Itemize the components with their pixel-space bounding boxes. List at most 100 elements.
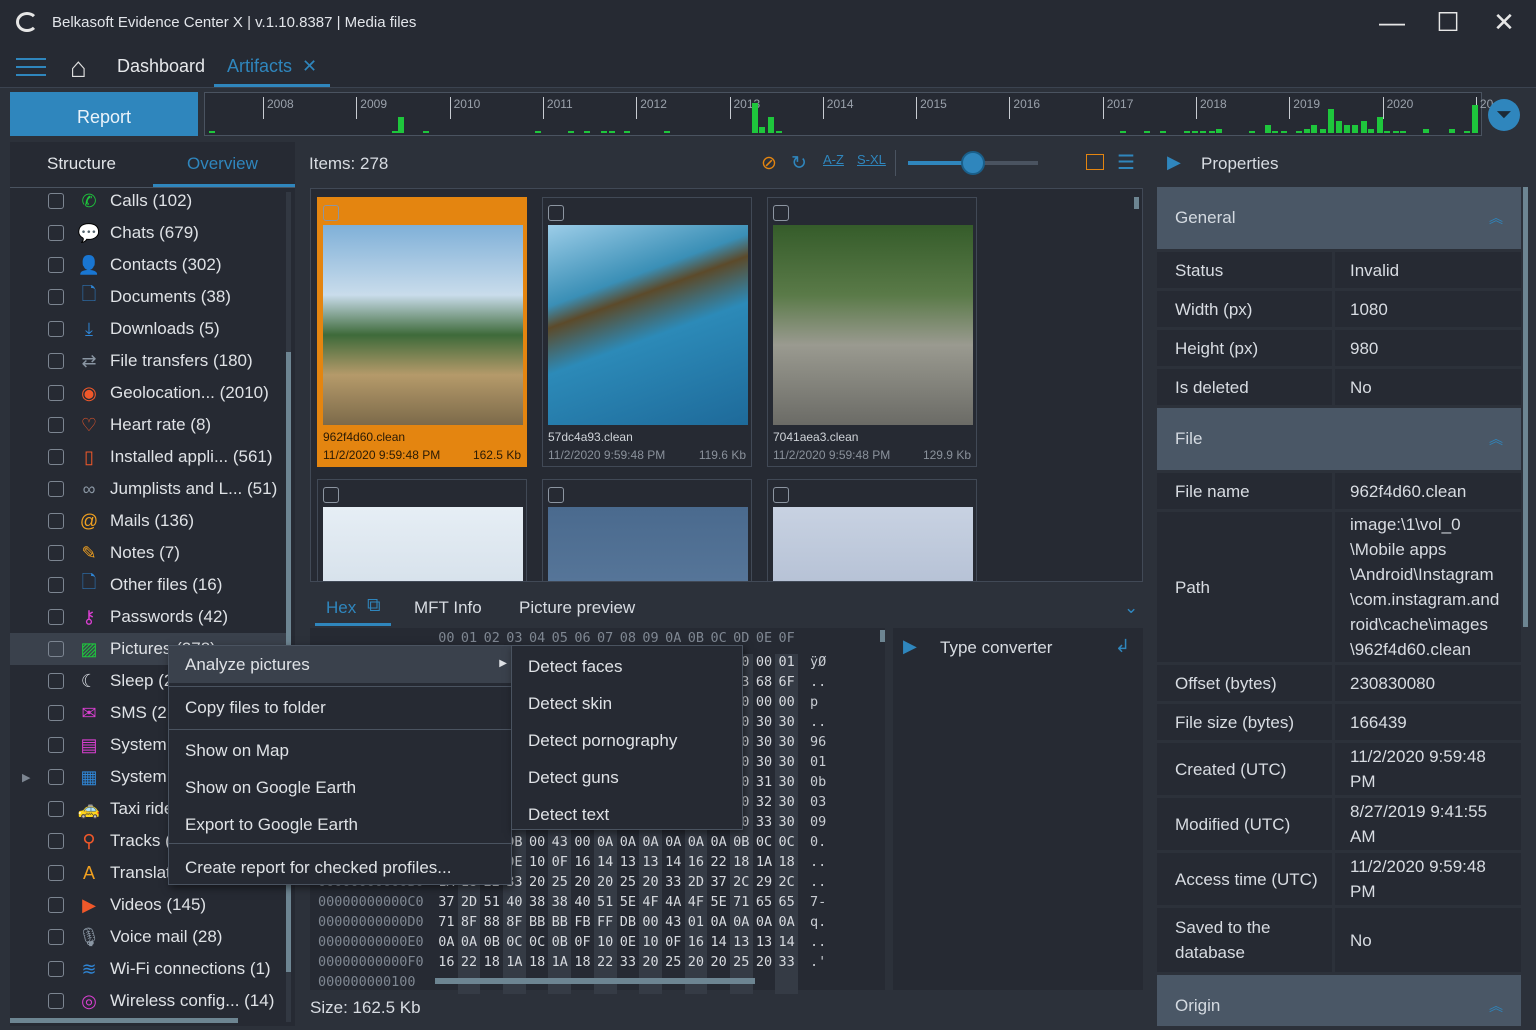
- hex-byte[interactable]: 37: [435, 894, 458, 914]
- timeline-bar[interactable]: [1160, 131, 1167, 133]
- timeline-bar[interactable]: [1328, 109, 1335, 133]
- hex-byte[interactable]: 4F: [684, 894, 708, 914]
- hex-byte[interactable]: 18: [480, 954, 503, 974]
- hex-byte[interactable]: 13: [729, 934, 753, 954]
- hex-byte[interactable]: 38: [548, 894, 572, 914]
- hex-byte[interactable]: 32: [753, 794, 776, 814]
- thumbnail-card[interactable]: [317, 479, 527, 581]
- hex-byte[interactable]: 20: [526, 874, 549, 894]
- timeline-bar[interactable]: [1264, 125, 1271, 133]
- tab-artifacts[interactable]: Artifacts: [227, 56, 292, 77]
- checkbox[interactable]: [48, 225, 64, 241]
- hex-byte[interactable]: 14: [662, 854, 685, 874]
- expand-panel-icon[interactable]: ▶: [903, 636, 917, 657]
- menu-item-show-on-map[interactable]: Show on Map: [169, 732, 511, 769]
- timeline-bar[interactable]: [423, 131, 430, 133]
- hex-byte[interactable]: [503, 974, 526, 994]
- sort-size-icon[interactable]: S-XL: [857, 152, 886, 167]
- hex-vertical-scrollbar[interactable]: [880, 630, 885, 642]
- checkbox[interactable]: [48, 929, 64, 945]
- thumbnail-card[interactable]: 57dc4a93.clean 11/2/2020 9:59:48 PM 119.6 …: [542, 197, 752, 467]
- hex-byte[interactable]: 29: [753, 874, 776, 894]
- tab-structure[interactable]: Structure: [47, 154, 116, 174]
- tree-item-microphone[interactable]: 🎙 Voice mail (28): [10, 921, 290, 953]
- hex-byte[interactable]: 4A: [662, 894, 685, 914]
- checkbox[interactable]: [48, 609, 64, 625]
- hex-byte[interactable]: 30: [753, 714, 776, 734]
- hex-byte[interactable]: 0B: [729, 834, 753, 854]
- hex-byte[interactable]: 0F: [548, 854, 572, 874]
- hex-byte[interactable]: 25: [548, 874, 572, 894]
- hex-byte[interactable]: 51: [593, 894, 617, 914]
- hex-byte[interactable]: 0A: [684, 834, 708, 854]
- hex-byte[interactable]: 20: [639, 954, 662, 974]
- hex-byte[interactable]: 00: [753, 654, 776, 674]
- hex-byte[interactable]: 0B: [548, 934, 572, 954]
- grid-scrollbar[interactable]: [1134, 197, 1139, 209]
- hex-byte[interactable]: 71: [435, 914, 458, 934]
- hex-byte[interactable]: 0A: [639, 834, 662, 854]
- hex-byte[interactable]: [480, 974, 503, 994]
- hex-byte[interactable]: 4F: [639, 894, 662, 914]
- hex-byte[interactable]: 33: [617, 954, 640, 974]
- timeline-bar[interactable]: [391, 131, 398, 133]
- list-view-icon[interactable]: ☰: [1117, 150, 1135, 175]
- hex-byte[interactable]: 30: [753, 734, 776, 754]
- hex-byte[interactable]: 71: [729, 894, 753, 914]
- hex-byte[interactable]: 30: [775, 814, 798, 834]
- hex-byte[interactable]: 16: [684, 854, 708, 874]
- hex-byte[interactable]: 0A: [729, 914, 753, 934]
- hex-byte[interactable]: 0A: [707, 914, 730, 934]
- checkbox[interactable]: [48, 737, 64, 753]
- hex-byte[interactable]: 0A: [753, 914, 776, 934]
- hex-byte[interactable]: 0A: [457, 934, 481, 954]
- hex-byte[interactable]: 68: [753, 674, 776, 694]
- checkbox[interactable]: [48, 545, 64, 561]
- tab-hex[interactable]: Hex: [326, 598, 356, 618]
- timeline-histogram[interactable]: 2008 2009 2010 2011 2012 2013 2014 2015 2016 2017…: [204, 92, 1493, 136]
- checkbox[interactable]: [48, 321, 64, 337]
- timeline-bar[interactable]: [1400, 131, 1407, 133]
- hex-byte[interactable]: 30: [775, 714, 798, 734]
- hex-byte[interactable]: 37: [707, 874, 730, 894]
- hex-byte[interactable]: 6F: [775, 674, 798, 694]
- hex-byte[interactable]: 0A: [435, 934, 458, 954]
- hex-byte[interactable]: 22: [457, 954, 481, 974]
- hex-byte[interactable]: 0A: [775, 914, 798, 934]
- checkbox[interactable]: [48, 577, 64, 593]
- hex-byte[interactable]: 65: [753, 894, 776, 914]
- hex-byte[interactable]: 13: [617, 854, 640, 874]
- expand-arrow-icon[interactable]: ▶: [22, 771, 30, 784]
- home-icon[interactable]: ⌂: [70, 52, 87, 84]
- hex-byte[interactable]: BB: [526, 914, 549, 934]
- checkbox[interactable]: [48, 993, 64, 1009]
- tab-overview[interactable]: Overview: [187, 154, 258, 174]
- tree-item-link[interactable]: ∞ Jumplists and L... (51): [10, 473, 290, 505]
- close-tab-icon[interactable]: ✕: [302, 56, 317, 77]
- hex-byte[interactable]: 14: [775, 934, 798, 954]
- sort-az-icon[interactable]: A-Z: [823, 152, 844, 167]
- timeline-bar[interactable]: [1192, 131, 1199, 133]
- timeline-bar[interactable]: [767, 117, 774, 133]
- filter-icon[interactable]: ⏷: [1488, 99, 1520, 131]
- menu-item-detect-text[interactable]: Detect text: [512, 796, 742, 833]
- timeline-bar[interactable]: [663, 131, 670, 133]
- hex-byte[interactable]: 0B: [480, 934, 503, 954]
- checkbox[interactable]: [48, 705, 64, 721]
- tree-item-download[interactable]: ⤓ Downloads (5): [10, 313, 290, 345]
- tree-item-document[interactable]: 🗋 Documents (38): [10, 281, 290, 313]
- timeline-bar[interactable]: [1448, 129, 1455, 133]
- hex-byte[interactable]: 14: [707, 934, 730, 954]
- properties-scrollbar[interactable]: [1523, 187, 1528, 627]
- hex-byte[interactable]: [753, 974, 776, 994]
- thumbnail-size-slider[interactable]: [908, 151, 1038, 175]
- hex-byte[interactable]: 18: [526, 954, 549, 974]
- timeline-bar[interactable]: [1392, 131, 1399, 133]
- slider-handle[interactable]: [961, 151, 985, 175]
- tree-item-phone[interactable]: ✆ Calls (102): [10, 185, 290, 217]
- checkbox[interactable]: [48, 865, 64, 881]
- thumbnail-view-icon[interactable]: [1086, 154, 1104, 170]
- collapse-chevron-icon[interactable]: ︽: [1489, 429, 1503, 449]
- timeline-bar[interactable]: [1208, 131, 1215, 133]
- byte-order-icon[interactable]: ↲: [1115, 636, 1130, 657]
